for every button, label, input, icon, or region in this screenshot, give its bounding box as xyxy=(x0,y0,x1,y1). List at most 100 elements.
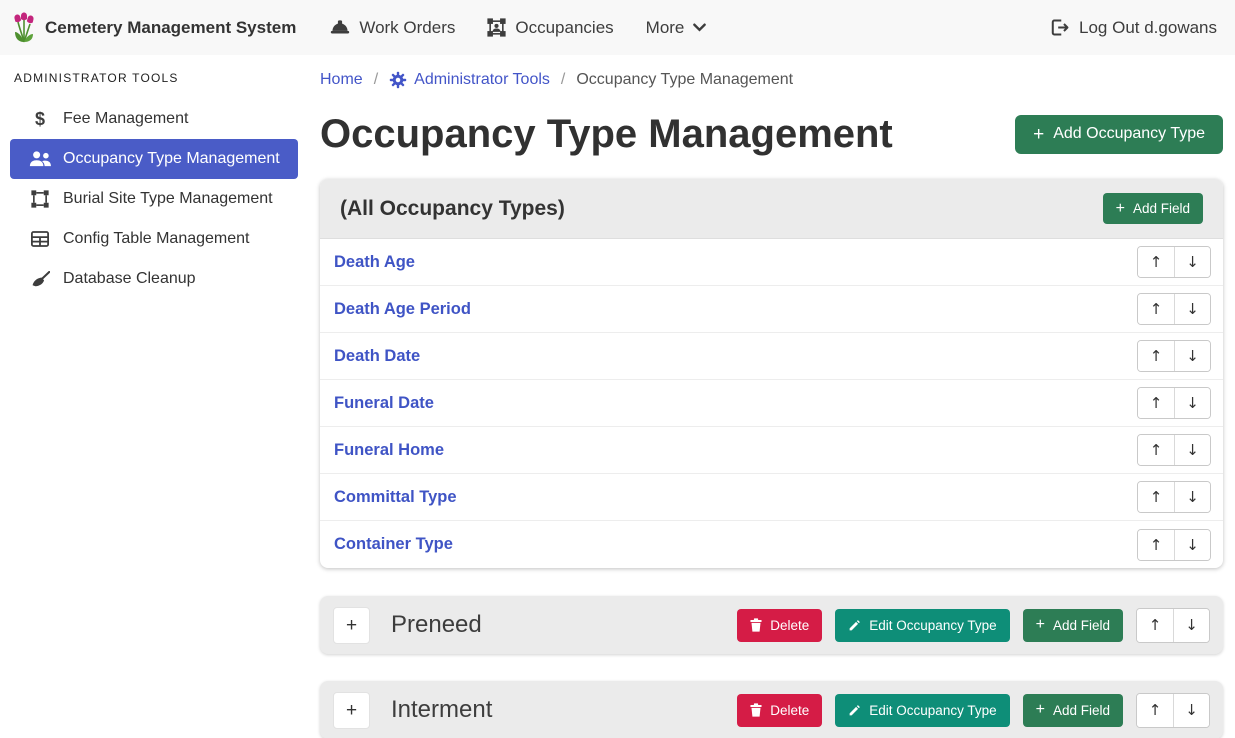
frame-icon xyxy=(26,190,54,208)
sidebar-item-burial-site-type-management[interactable]: Burial Site Type Management xyxy=(10,179,298,219)
field-link[interactable]: Death Date xyxy=(334,347,420,366)
move-up-button[interactable]: ↑ xyxy=(1137,609,1173,642)
add-occupancy-type-label: Add Occupancy Type xyxy=(1053,125,1205,143)
field-link[interactable]: Funeral Home xyxy=(334,441,444,460)
move-up-button[interactable]: ↑ xyxy=(1138,294,1174,324)
gear-icon xyxy=(389,71,407,89)
reorder-button-group: ↑ ↓ xyxy=(1137,434,1211,466)
breadcrumb-current: Occupancy Type Management xyxy=(576,71,793,89)
trash-icon xyxy=(750,703,762,717)
delete-button[interactable]: Delete xyxy=(737,609,822,642)
move-up-button[interactable]: ↑ xyxy=(1138,341,1174,371)
breadcrumb-separator: / xyxy=(561,71,565,89)
add-field-label: Add Field xyxy=(1053,618,1110,633)
move-up-button[interactable]: ↑ xyxy=(1138,530,1174,560)
move-down-button[interactable]: ↓ xyxy=(1174,482,1210,512)
sidebar-item-label: Occupancy Type Management xyxy=(63,150,280,168)
logout-button[interactable]: Log Out d.gowans xyxy=(1051,18,1217,38)
sidebar-item-config-table-management[interactable]: Config Table Management xyxy=(10,219,298,259)
field-link[interactable]: Container Type xyxy=(334,535,453,554)
field-link[interactable]: Death Age xyxy=(334,253,415,272)
expand-section-button[interactable]: + xyxy=(333,692,370,729)
top-navbar: Cemetery Management System Work Orders xyxy=(0,0,1235,55)
move-up-button[interactable]: ↑ xyxy=(1138,435,1174,465)
breadcrumb-admin-tools-link[interactable]: Administrator Tools xyxy=(389,71,550,89)
section-actions: Delete Edit Occupancy Type + Add Field xyxy=(737,693,1210,728)
move-up-button[interactable]: ↑ xyxy=(1138,247,1174,277)
add-field-label: Add Field xyxy=(1053,703,1110,718)
section-preneed: + Preneed Delete xyxy=(320,596,1223,654)
sidebar-item-occupancy-type-management[interactable]: Occupancy Type Management xyxy=(10,139,298,179)
all-occupancy-types-card: (All Occupancy Types) + Add Field Death … xyxy=(320,179,1223,568)
breadcrumb-separator: / xyxy=(374,71,378,89)
expand-section-button[interactable]: + xyxy=(333,607,370,644)
card-header: (All Occupancy Types) + Add Field xyxy=(320,179,1223,239)
move-up-button[interactable]: ↑ xyxy=(1137,694,1173,727)
reorder-button-group: ↑ ↓ xyxy=(1137,529,1211,561)
plus-icon: + xyxy=(1116,201,1125,217)
reorder-button-group: ↑ ↓ xyxy=(1137,293,1211,325)
logout-label: Log Out d.gowans xyxy=(1079,18,1217,38)
move-down-button[interactable]: ↓ xyxy=(1173,609,1209,642)
field-link[interactable]: Funeral Date xyxy=(334,394,434,413)
page-header: Occupancy Type Management + Add Occupanc… xyxy=(320,109,1223,159)
app-brand[interactable]: Cemetery Management System xyxy=(12,12,296,44)
field-link[interactable]: Committal Type xyxy=(334,488,457,507)
move-down-button[interactable]: ↓ xyxy=(1174,435,1210,465)
pencil-icon xyxy=(848,619,861,632)
edit-occupancy-type-button[interactable]: Edit Occupancy Type xyxy=(835,609,1009,642)
table-icon xyxy=(26,231,54,247)
section-title: Interment xyxy=(391,696,492,724)
add-field-button[interactable]: + Add Field xyxy=(1103,193,1203,224)
page-title: Occupancy Type Management xyxy=(320,109,893,159)
move-down-button[interactable]: ↓ xyxy=(1174,341,1210,371)
move-up-button[interactable]: ↑ xyxy=(1138,388,1174,418)
add-field-button[interactable]: + Add Field xyxy=(1023,694,1123,727)
card-title: (All Occupancy Types) xyxy=(340,197,565,221)
sidebar-item-label: Config Table Management xyxy=(63,230,250,248)
field-link[interactable]: Death Age Period xyxy=(334,300,471,319)
reorder-button-group: ↑ ↓ xyxy=(1137,340,1211,372)
reorder-button-group: ↑ ↓ xyxy=(1136,693,1210,728)
move-down-button[interactable]: ↓ xyxy=(1174,388,1210,418)
field-row: Death Date ↑ ↓ xyxy=(320,333,1223,380)
add-field-button[interactable]: + Add Field xyxy=(1023,609,1123,642)
move-down-button[interactable]: ↓ xyxy=(1174,247,1210,277)
move-down-button[interactable]: ↓ xyxy=(1173,694,1209,727)
app-title: Cemetery Management System xyxy=(45,18,296,38)
nav-more[interactable]: More xyxy=(646,18,707,38)
field-row: Committal Type ↑ ↓ xyxy=(320,474,1223,521)
add-field-label: Add Field xyxy=(1133,201,1190,216)
add-occupancy-type-button[interactable]: + Add Occupancy Type xyxy=(1015,115,1223,154)
hard-hat-icon xyxy=(330,19,350,36)
reorder-button-group: ↑ ↓ xyxy=(1137,387,1211,419)
sidebar-item-label: Fee Management xyxy=(63,110,188,128)
sign-out-icon xyxy=(1051,19,1070,36)
breadcrumb: Home / xyxy=(320,71,1223,89)
tulip-logo-icon xyxy=(12,12,36,44)
dollar-icon: $ xyxy=(26,109,54,130)
sidebar: ADMINISTRATOR TOOLS $ Fee Management Occ… xyxy=(0,55,308,738)
plus-icon: + xyxy=(1036,702,1045,718)
section-actions: Delete Edit Occupancy Type + Add Field xyxy=(737,608,1210,643)
edit-occupancy-type-label: Edit Occupancy Type xyxy=(869,703,996,718)
delete-button[interactable]: Delete xyxy=(737,694,822,727)
chevron-down-icon xyxy=(693,23,706,32)
nav-work-orders[interactable]: Work Orders xyxy=(330,18,455,38)
move-up-button[interactable]: ↑ xyxy=(1138,482,1174,512)
nav-occupancies[interactable]: Occupancies xyxy=(487,18,613,38)
trash-icon xyxy=(750,618,762,632)
delete-label: Delete xyxy=(770,618,809,633)
move-down-button[interactable]: ↓ xyxy=(1174,294,1210,324)
sidebar-item-fee-management[interactable]: $ Fee Management xyxy=(10,99,298,139)
field-row: Funeral Home ↑ ↓ xyxy=(320,427,1223,474)
edit-occupancy-type-button[interactable]: Edit Occupancy Type xyxy=(835,694,1009,727)
nav-occupancies-label: Occupancies xyxy=(515,18,613,38)
move-down-button[interactable]: ↓ xyxy=(1174,530,1210,560)
pencil-icon xyxy=(848,704,861,717)
field-row: Container Type ↑ ↓ xyxy=(320,521,1223,568)
sidebar-item-database-cleanup[interactable]: Database Cleanup xyxy=(10,259,298,299)
sidebar-item-label: Burial Site Type Management xyxy=(63,190,273,208)
breadcrumb-home-link[interactable]: Home xyxy=(320,71,363,89)
main-content: Home / xyxy=(308,55,1235,738)
